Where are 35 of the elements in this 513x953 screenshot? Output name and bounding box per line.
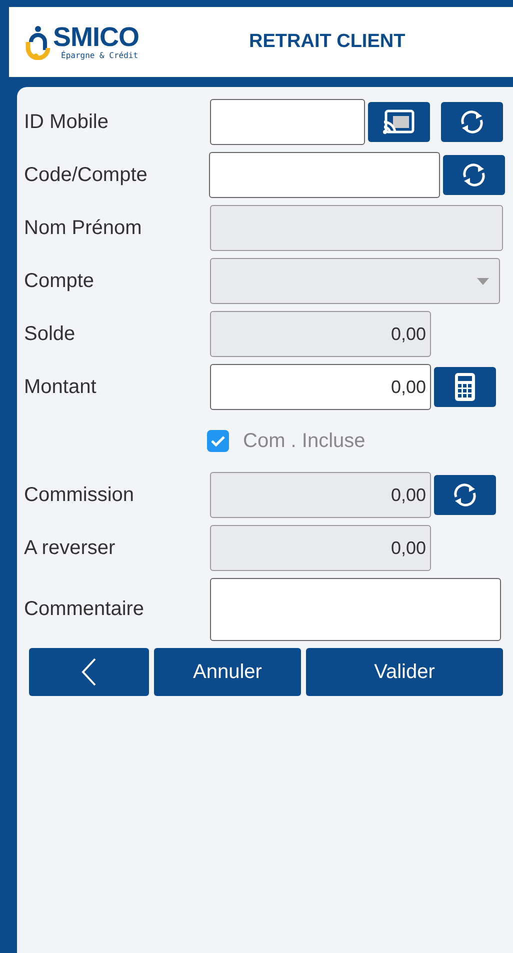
dropdown-caret-icon [477, 278, 489, 284]
refresh-button[interactable] [441, 102, 503, 142]
logo-name: SMICO [53, 24, 140, 51]
field-label: Nom Prénom [24, 216, 143, 240]
logo-icon [25, 24, 51, 60]
refresh-button[interactable] [443, 155, 505, 195]
checkbox-label: Com . Incluse [243, 430, 366, 452]
checkbox[interactable] [207, 430, 229, 452]
input-field[interactable] [210, 99, 365, 145]
input-field[interactable]: 0,00 [210, 472, 431, 518]
refresh-button[interactable] [434, 475, 496, 515]
calculator-icon [454, 372, 476, 402]
field-label: Commission [24, 484, 136, 506]
field-label: Code/Compte [24, 164, 148, 186]
input-field[interactable] [209, 152, 440, 198]
checkmark-icon [211, 435, 225, 447]
field-label: ID Mobile [24, 110, 110, 134]
field-label: A reverser [24, 536, 116, 560]
input-field[interactable]: 0,00 [210, 364, 431, 410]
calculator-button[interactable] [434, 367, 496, 407]
field-label: Compte [24, 270, 96, 292]
field-label: Montant [24, 376, 98, 398]
input-field[interactable] [210, 205, 503, 251]
input-field[interactable]: 0,00 [210, 525, 431, 571]
validate-button[interactable]: Valider [306, 648, 503, 696]
comment-field[interactable] [210, 578, 501, 641]
screen-title: RETRAIT CLIENT [249, 31, 406, 53]
back-chevron-icon [81, 657, 97, 687]
cancel-button[interactable]: Annuler [154, 648, 301, 696]
input-field[interactable]: 0,00 [210, 311, 431, 357]
field-label: Solde [24, 322, 76, 346]
cast-icon [382, 108, 416, 136]
logo-tagline: Épargne & Crédit [61, 51, 140, 60]
field-label: Commentaire [24, 598, 146, 621]
cast-button[interactable] [368, 102, 430, 142]
